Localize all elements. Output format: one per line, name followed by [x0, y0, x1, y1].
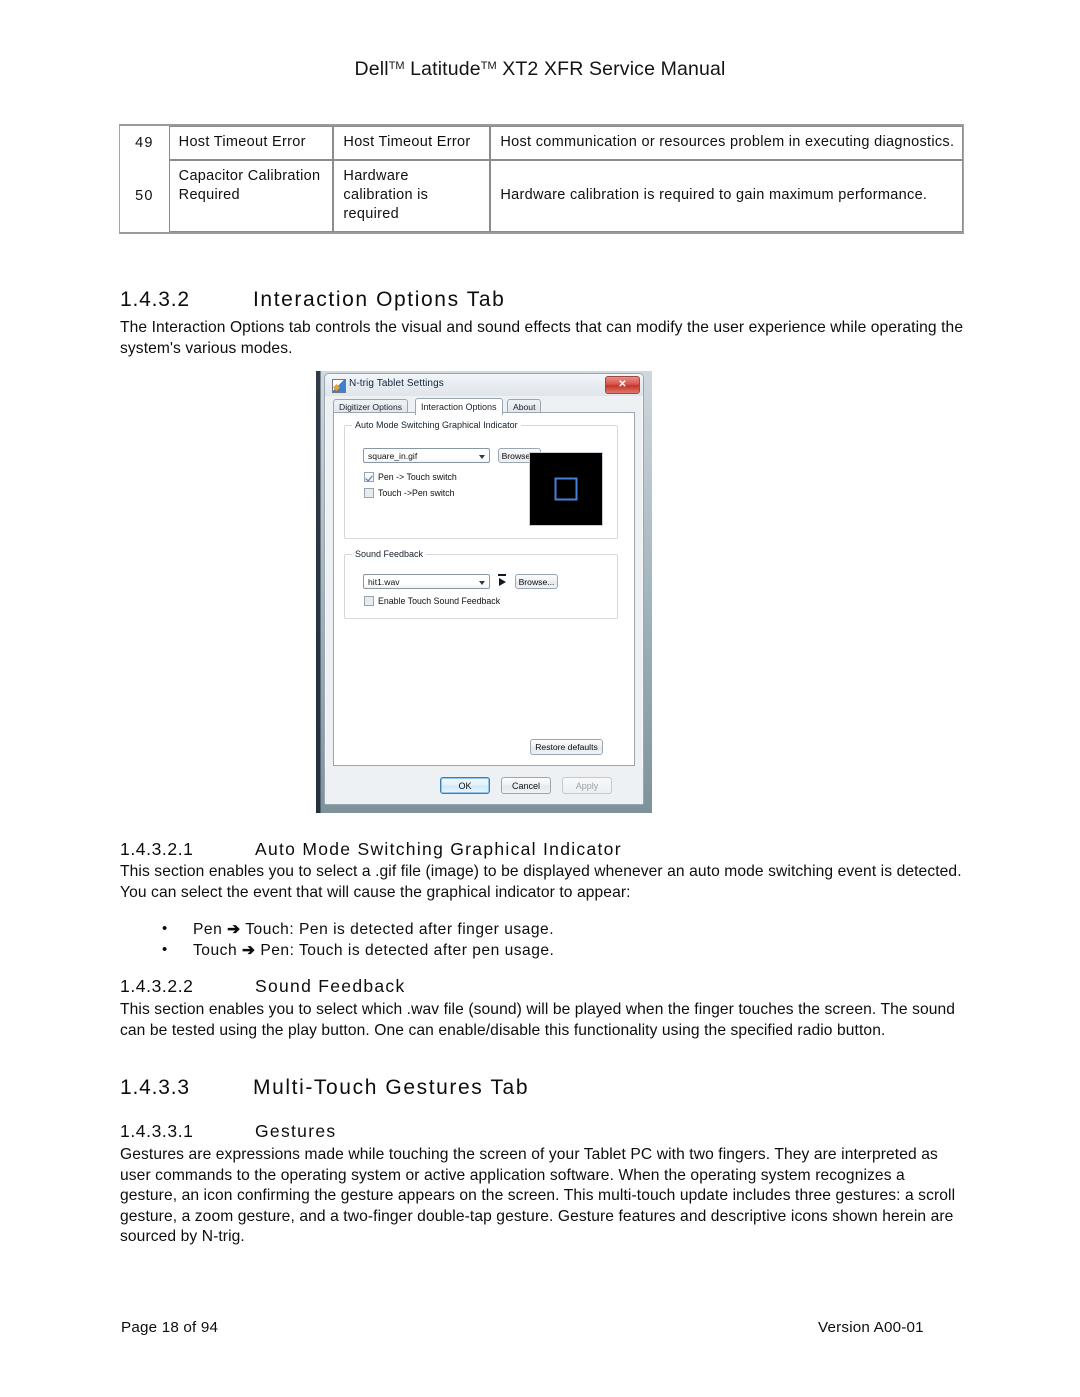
error-code-table: 49 Host Timeout Error Host Timeout Error… [119, 124, 964, 234]
cancel-button[interactable]: Cancel [501, 777, 551, 794]
bullet-icon: • [162, 940, 168, 958]
heading-number: 1.4.3.2.2 [120, 976, 194, 996]
ntrig-tablet-settings-screenshot: N-trig Tablet Settings ✕ Digitizer Optio… [316, 371, 652, 813]
checkbox-icon [364, 488, 374, 498]
heading-text: Gestures [255, 1121, 337, 1141]
bullet-text-right: Touch: Pen is detected after finger usag… [240, 921, 555, 938]
group-legend-sound-feedback: Sound Feedback [352, 549, 427, 559]
table-row: 49 Host Timeout Error Host Timeout Error… [120, 126, 963, 160]
footer-version: Version A00-01 [818, 1319, 924, 1336]
heading-number: 1.4.3.2 [120, 288, 190, 311]
heading-auto-mode-switching-graphical-indicator: 1.4.3.2.1 Auto Mode Switching Graphical I… [120, 839, 622, 860]
paragraph-interaction-options: The Interaction Options tab controls the… [120, 319, 964, 357]
close-icon[interactable]: ✕ [605, 376, 640, 394]
heading-text: Sound Feedback [255, 976, 406, 996]
table-cell-message: Host Timeout Error [333, 126, 491, 160]
chevron-down-icon [479, 455, 485, 459]
footer-page-number: Page 18 of 94 [121, 1319, 219, 1336]
heading-text: Auto Mode Switching Graphical Indicator [255, 839, 622, 859]
document-page: DellTM LatitudeTM XT2 XFR Service Manual… [0, 0, 1080, 1397]
tab-strip: Digitizer Options Interaction Options Ab… [333, 398, 635, 415]
list-item: • Touch ➔ Pen: Touch is detected after pe… [120, 941, 965, 962]
paragraph-auto-mode-switching: This section enables you to select a .gi… [120, 863, 962, 901]
paragraph-gestures: Gestures are expressions made while touc… [120, 1146, 956, 1245]
document-header: DellTM LatitudeTM XT2 XFR Service Manual [0, 58, 1080, 81]
play-icon[interactable] [499, 578, 506, 586]
browse-wav-button[interactable]: Browse... [515, 574, 558, 589]
heading-interaction-options-tab: 1.4.3.2 Interaction Options Tab [120, 288, 505, 312]
group-legend-auto-mode: Auto Mode Switching Graphical Indicator [352, 420, 521, 430]
play-icon-bar [498, 574, 506, 576]
apply-button[interactable]: Apply [562, 777, 612, 794]
bullet-list-auto-mode-events: • Pen ➔ Touch: Pen is detected after fing… [120, 920, 965, 961]
checkbox-enable-touch-sound-feedback[interactable]: Enable Touch Sound Feedback [364, 596, 500, 607]
heading-sound-feedback: 1.4.3.2.2 Sound Feedback [120, 976, 406, 997]
paragraph-sound-feedback: This section enables you to select which… [120, 1001, 956, 1039]
chevron-down-icon [479, 581, 485, 585]
table-cell-description: Hardware calibration is required to gain… [490, 160, 963, 232]
group-auto-mode-switching: Auto Mode Switching Graphical Indicator … [344, 420, 618, 539]
trademark-symbol-dell: TM [388, 59, 405, 72]
header-title-dell: Dell [354, 58, 389, 80]
table-cell-id: 50 [135, 187, 154, 204]
checkbox-pen-to-touch-switch[interactable]: Pen -> Touch switch [364, 472, 457, 483]
window-title: N-trig Tablet Settings [349, 378, 444, 389]
table-cell-name: Capacitor Calibration Required [168, 160, 334, 232]
header-title-rest: XT2 XFR Service Manual [496, 58, 726, 80]
preview-square-shape [554, 477, 578, 501]
heading-text: Multi-Touch Gestures Tab [253, 1076, 530, 1099]
wav-file-combobox[interactable]: hit1.wav [363, 574, 490, 589]
table-cell-id: 49 [135, 134, 154, 151]
heading-number: 1.4.3.3 [120, 1076, 190, 1099]
checkbox-label: Touch ->Pen switch [378, 488, 455, 498]
bullet-text-left: Pen [193, 921, 228, 938]
heading-number: 1.4.3.2.1 [120, 839, 194, 859]
gif-file-combobox[interactable]: square_in.gif [363, 448, 490, 463]
heading-number: 1.4.3.3.1 [120, 1121, 194, 1141]
app-icon [332, 379, 346, 393]
window-titlebar: N-trig Tablet Settings ✕ [325, 374, 643, 396]
table-cell-name: Host Timeout Error [168, 126, 334, 160]
header-title-latitude: Latitude [404, 58, 481, 80]
checkbox-icon [364, 472, 374, 482]
ok-button[interactable]: OK [440, 777, 490, 794]
restore-defaults-button[interactable]: Restore defaults [530, 739, 603, 755]
group-sound-feedback: Sound Feedback hit1.wav Browse... Enable… [344, 549, 618, 619]
table-cell-message: Hardware calibration is required [333, 160, 491, 232]
heading-multi-touch-gestures-tab: 1.4.3.3 Multi-Touch Gestures Tab [120, 1076, 529, 1100]
bullet-text-left: Touch [193, 941, 242, 959]
checkbox-touch-to-pen-switch[interactable]: Touch ->Pen switch [364, 488, 455, 499]
gif-preview-image [529, 452, 603, 526]
tab-panel-interaction-options: Auto Mode Switching Graphical Indicator … [333, 412, 635, 766]
table-cell-description: Host communication or resources problem … [490, 126, 963, 160]
arrow-icon: ➔ [241, 941, 256, 959]
checkbox-label: Enable Touch Sound Feedback [378, 596, 501, 606]
bullet-text-right: Pen: Touch is detected after pen usage. [255, 941, 555, 959]
table-row: 50 Capacitor Calibration Required Hardwa… [120, 160, 963, 232]
dialog-button-bar: OK Cancel Apply [325, 768, 643, 804]
heading-gestures: 1.4.3.3.1 Gestures [120, 1121, 336, 1142]
list-item: • Pen ➔ Touch: Pen is detected after fing… [120, 920, 965, 941]
gif-file-value: square_in.gif [368, 451, 418, 461]
bullet-icon: • [162, 920, 168, 937]
checkbox-icon [364, 596, 374, 606]
arrow-icon: ➔ [227, 921, 241, 938]
checkbox-label: Pen -> Touch switch [378, 472, 457, 482]
ntrig-tablet-settings-window: N-trig Tablet Settings ✕ Digitizer Optio… [324, 373, 644, 805]
wav-file-value: hit1.wav [368, 577, 400, 587]
trademark-symbol-latitude: TM [480, 59, 497, 72]
tab-interaction-options[interactable]: Interaction Options [415, 398, 503, 415]
heading-text: Interaction Options Tab [253, 288, 506, 311]
